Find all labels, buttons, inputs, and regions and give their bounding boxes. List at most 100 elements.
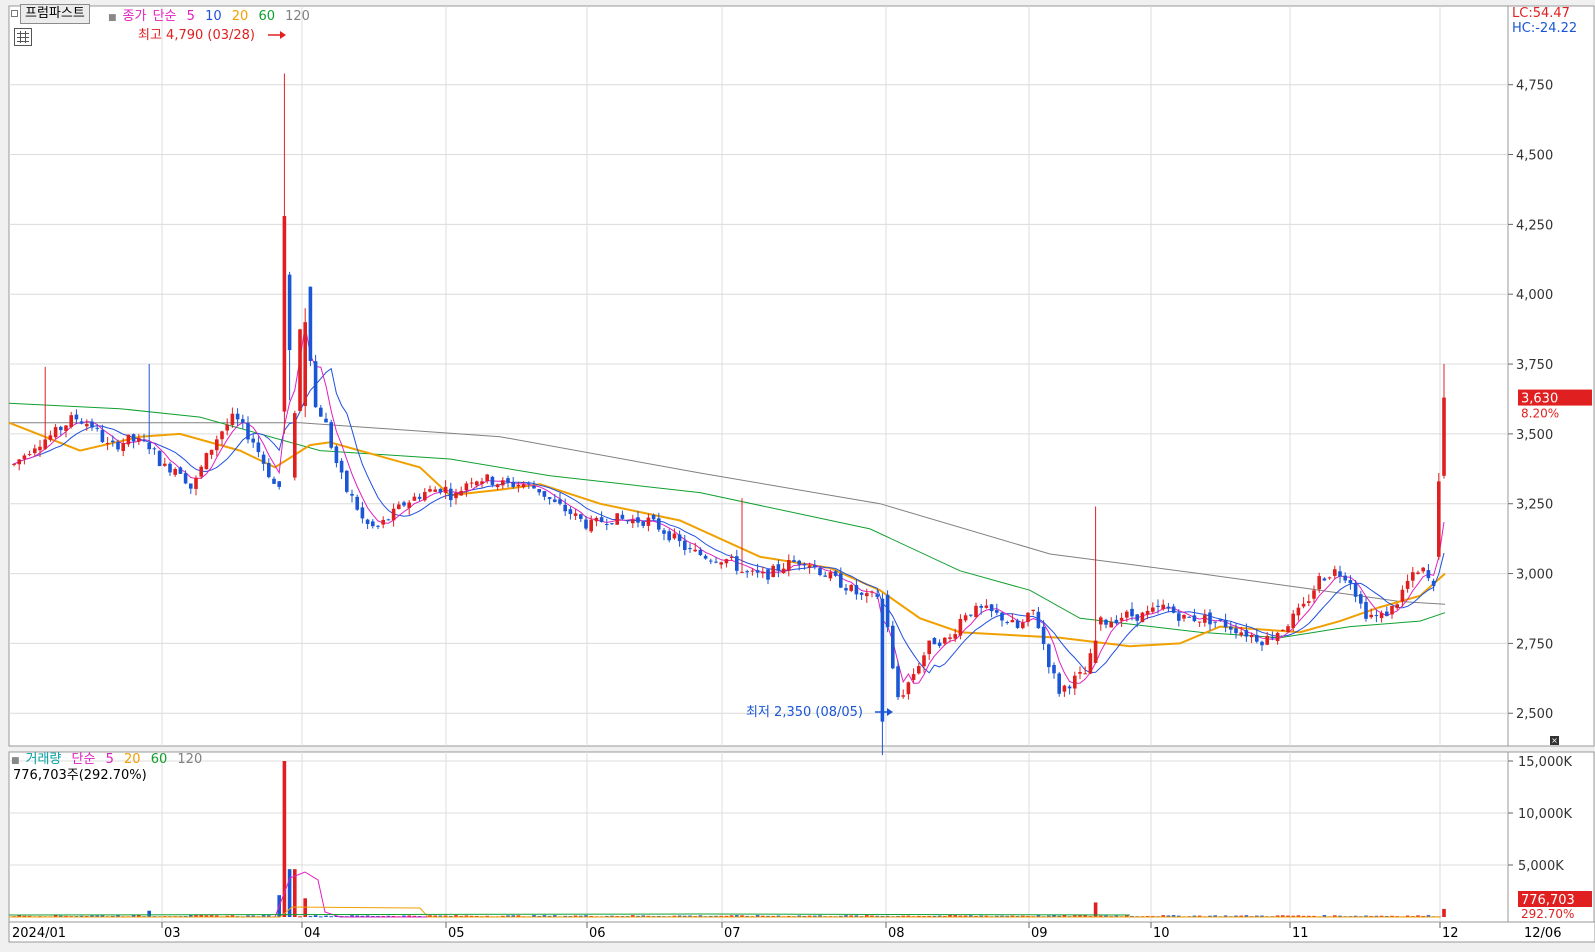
candlestick-chart[interactable]: 4,750 4,500 4,250 4,000 3,750 3,500 3,250 3,000…	[0, 0, 1595, 948]
candle-body	[709, 560, 713, 562]
candle-body	[204, 453, 209, 470]
candle-body	[615, 513, 619, 525]
candle-body	[261, 454, 266, 464]
candle-body	[1400, 589, 1405, 602]
candle-body	[1229, 626, 1233, 630]
candle-body	[1317, 576, 1321, 590]
candle-body	[854, 585, 859, 595]
candle-body	[724, 559, 729, 564]
candle-body	[948, 637, 952, 639]
legend-close-label: 종가	[122, 9, 147, 24]
volume-axis-label: 15,000K	[1518, 755, 1572, 770]
volume-bar	[308, 916, 313, 918]
candle-body	[1067, 686, 1072, 689]
stock-name-button[interactable]: 프럼파스트	[20, 4, 90, 24]
candle-body	[142, 440, 146, 442]
candle-body	[828, 572, 833, 579]
candle-body	[168, 463, 172, 473]
candle-body	[818, 568, 822, 575]
candle-body	[485, 474, 489, 482]
candle-body	[527, 482, 531, 484]
legend-ma20: 20	[231, 9, 249, 24]
time-axis-label: 09	[1031, 926, 1048, 941]
candle-body	[677, 534, 682, 542]
candle-body	[334, 446, 339, 464]
candle-body	[1437, 481, 1441, 557]
time-axis-label: 12	[1442, 926, 1459, 941]
candle-body	[183, 473, 188, 484]
time-axis-label: 05	[448, 926, 465, 941]
candle-body	[1182, 614, 1186, 619]
candle-body	[1125, 611, 1129, 618]
candle-body	[391, 508, 396, 521]
candle-body	[1109, 622, 1113, 628]
candle-body	[620, 514, 625, 519]
volume-axis-label: 10,000K	[1518, 807, 1572, 822]
candle-body	[776, 564, 781, 571]
candle-body	[287, 274, 292, 351]
table-grid-icon[interactable]	[14, 28, 32, 46]
price-axis-label: 2,750	[1516, 637, 1553, 652]
candle-body	[1369, 614, 1373, 618]
candle-body	[958, 618, 963, 636]
candle-body	[350, 493, 354, 496]
candle-body	[667, 531, 671, 541]
candle-body	[412, 496, 417, 501]
candle-body	[735, 556, 739, 571]
candle-body	[365, 519, 370, 525]
candle-body	[1385, 611, 1389, 617]
time-axis-label: 12/06	[1524, 926, 1561, 941]
candle-body	[178, 467, 183, 474]
close-panel-icon[interactable]: ×	[1550, 736, 1559, 745]
candle-body	[932, 637, 937, 645]
candle-body	[251, 438, 255, 443]
candle-body	[1301, 603, 1306, 607]
price-axis	[1507, 5, 1595, 747]
candle-body	[1192, 615, 1197, 622]
volume-badge-pct: 292.70%	[1521, 907, 1574, 921]
toolbar-toggle-icon[interactable]	[11, 10, 18, 17]
candle-body	[1203, 615, 1207, 623]
candle-body	[189, 483, 193, 489]
candle-body	[459, 490, 463, 496]
candle-body	[1322, 578, 1327, 581]
candle-body	[610, 523, 614, 525]
candle-body	[927, 640, 931, 655]
time-axis-label: 08	[888, 926, 905, 941]
candle-body	[672, 533, 677, 539]
candle-body	[116, 441, 120, 450]
candle-body	[989, 604, 994, 612]
candle-body	[1411, 572, 1415, 581]
candle-body	[1197, 621, 1202, 623]
candle-body	[766, 569, 770, 580]
high-annotation: 최고 4,790 (03/28)	[138, 28, 255, 43]
candle-body	[1062, 685, 1067, 692]
candle-body	[1296, 607, 1301, 616]
candle-body	[1270, 637, 1275, 639]
candle-body	[823, 575, 827, 577]
candle-body	[12, 463, 16, 465]
candle-body	[849, 585, 853, 591]
legend-ma10: 10	[205, 9, 222, 24]
candle-body	[215, 439, 219, 451]
candle-body	[813, 565, 817, 567]
candle-body	[298, 329, 302, 411]
candle-body	[464, 483, 469, 491]
candle-body	[953, 634, 957, 639]
candle-body	[984, 605, 989, 608]
candle-body	[573, 513, 578, 516]
candle-body	[1026, 612, 1030, 622]
price-axis-label: 2,500	[1516, 707, 1553, 722]
candle-body	[917, 666, 921, 674]
candle-body	[797, 560, 801, 565]
volume-bar	[313, 915, 318, 917]
candle-body	[1359, 594, 1363, 604]
candle-body	[1405, 580, 1410, 589]
candle-body	[85, 424, 89, 427]
candle-body	[105, 443, 110, 445]
candle-body	[303, 322, 307, 406]
candle-body	[126, 434, 131, 445]
candle-body	[355, 496, 359, 510]
candle-body	[891, 625, 895, 669]
candle-body	[787, 559, 791, 571]
